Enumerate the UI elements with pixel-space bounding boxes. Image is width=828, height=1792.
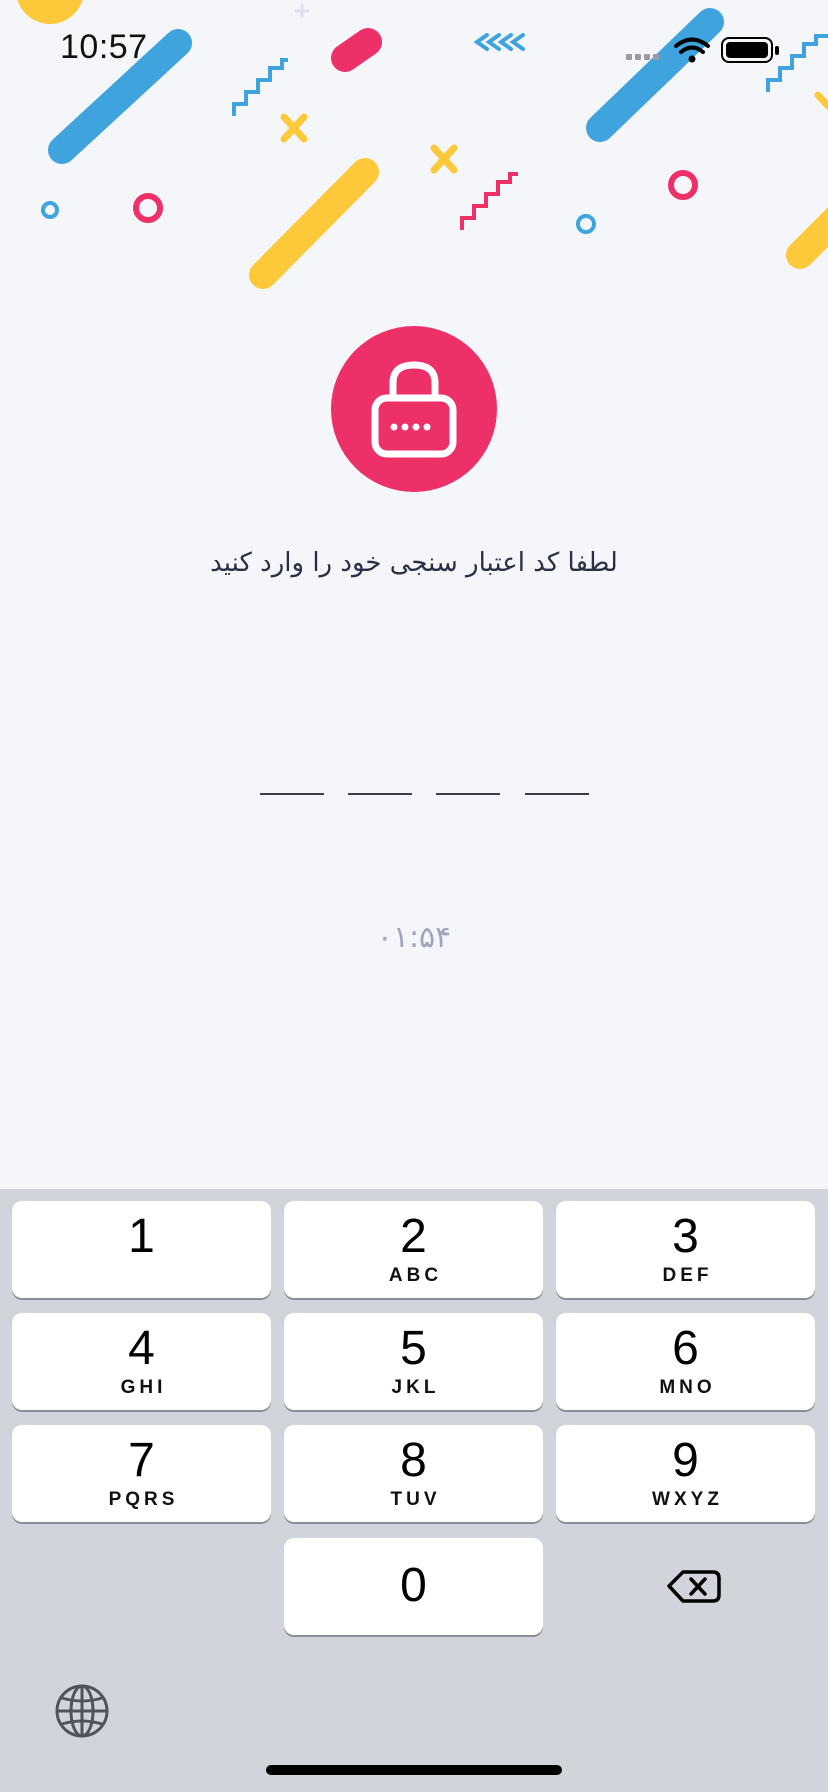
- code-digit-slot[interactable]: [436, 793, 500, 795]
- lock-with-dots-icon: [371, 361, 457, 458]
- code-digit-slot[interactable]: [348, 793, 412, 795]
- key-letters: ABC: [388, 1265, 443, 1286]
- key-2[interactable]: 2 ABC: [284, 1201, 543, 1298]
- verification-prompt: لطفا کد اعتبار سنجی خود را وارد کنید: [210, 548, 618, 578]
- key-9[interactable]: 9 WXYZ: [556, 1425, 815, 1522]
- key-letters: DEF: [662, 1265, 713, 1286]
- key-digit: 2: [400, 1210, 427, 1263]
- backspace-button[interactable]: [556, 1538, 815, 1635]
- key-digit: 9: [672, 1434, 699, 1487]
- key-6[interactable]: 6 MNO: [556, 1313, 815, 1410]
- key-letters: GHI: [120, 1377, 167, 1398]
- key-digit: 5: [400, 1322, 427, 1375]
- lock-badge: [331, 326, 497, 492]
- code-digit-slot[interactable]: [260, 793, 324, 795]
- key-4[interactable]: 4 GHI: [12, 1313, 271, 1410]
- key-digit: 7: [128, 1434, 155, 1487]
- backspace-icon: [667, 1570, 721, 1603]
- key-digit: 6: [672, 1322, 699, 1375]
- status-time: 10:57: [60, 28, 148, 66]
- key-8[interactable]: 8 TUV: [284, 1425, 543, 1522]
- key-letters: TUV: [390, 1489, 441, 1510]
- numeric-keypad: 1 2 ABC 3 DEF 4 GHI 5 JKL 6 MNO 7 PQRS 8…: [0, 1189, 828, 1792]
- globe-button[interactable]: [52, 1681, 112, 1741]
- home-indicator[interactable]: [266, 1765, 562, 1775]
- verification-code-input[interactable]: [0, 793, 828, 799]
- key-digit: 4: [128, 1322, 155, 1375]
- status-icons: [626, 37, 779, 63]
- key-letters: JKL: [391, 1377, 440, 1398]
- key-letters: WXYZ: [652, 1489, 723, 1510]
- key-0[interactable]: 0: [284, 1538, 543, 1635]
- key-1[interactable]: 1: [12, 1201, 271, 1298]
- key-digit: 8: [400, 1434, 427, 1487]
- wifi-icon: [674, 37, 710, 54]
- key-letters: MNO: [659, 1377, 716, 1398]
- key-letters: PQRS: [108, 1489, 179, 1510]
- key-5[interactable]: 5 JKL: [284, 1313, 543, 1410]
- countdown-timer: ۰۱:۵۴: [376, 920, 452, 955]
- battery-icon: [721, 37, 779, 63]
- key-7[interactable]: 7 PQRS: [12, 1425, 271, 1522]
- globe-icon: [55, 1684, 109, 1738]
- key-digit: 0: [400, 1559, 427, 1612]
- code-digit-slot[interactable]: [525, 793, 589, 795]
- key-digit: 1: [128, 1210, 155, 1263]
- cellular-signal-icon: [626, 54, 659, 60]
- key-3[interactable]: 3 DEF: [556, 1201, 815, 1298]
- key-digit: 3: [672, 1210, 699, 1263]
